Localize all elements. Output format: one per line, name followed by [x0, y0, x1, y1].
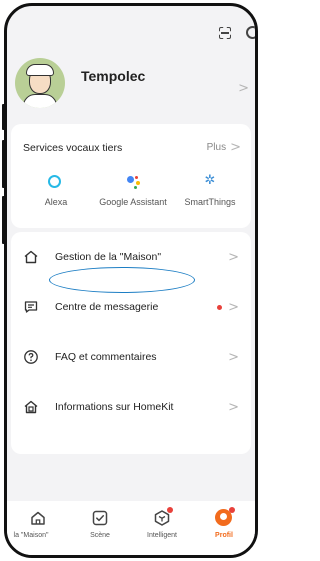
avatar-body: [23, 94, 57, 108]
home-icon: [23, 249, 39, 265]
voice-services-title: Services vocaux tiers: [23, 141, 123, 154]
username: Tempolec: [81, 68, 146, 84]
tab-intelligent[interactable]: Intelligent: [131, 507, 193, 539]
phone-screen: Tempolec > Services vocaux tiers Plus > …: [4, 3, 258, 558]
assistant-smartthings[interactable]: ✲ SmartThings: [175, 173, 245, 208]
menu-item-label: Gestion de la "Maison": [55, 251, 162, 263]
assistant-alexa[interactable]: Alexa: [21, 173, 91, 208]
google-assistant-icon: [125, 173, 141, 189]
menu-item-faq[interactable]: FAQ et commentaires >: [11, 332, 251, 382]
chevron-right-icon: >: [230, 140, 241, 155]
voice-services-card: Services vocaux tiers Plus > Alexa Googl…: [11, 124, 251, 228]
chevron-right-icon: >: [228, 399, 239, 415]
avatar-cap: [26, 64, 54, 76]
profile-icon: [215, 507, 235, 527]
avatar[interactable]: [15, 58, 65, 108]
chevron-right-icon: >: [228, 249, 239, 265]
menu-item-message-center[interactable]: Centre de messagerie >: [11, 282, 251, 332]
tab-scene[interactable]: Scène: [69, 509, 131, 539]
voice-services-more-link[interactable]: Plus >: [207, 140, 241, 155]
menu-item-label: FAQ et commentaires: [55, 351, 157, 363]
assistant-label: Google Assistant: [99, 197, 167, 207]
chevron-right-icon: >: [228, 299, 239, 315]
assistant-google[interactable]: Google Assistant: [98, 173, 168, 208]
question-icon: [23, 349, 39, 365]
voice-assistant-list: Alexa Google Assistant ✲ SmartThings: [11, 155, 251, 208]
notification-dot: [217, 304, 223, 310]
tab-home[interactable]: la "Maison": [7, 509, 69, 539]
profile-header[interactable]: Tempolec >: [15, 54, 249, 112]
menu-item-label: Centre de messagerie: [55, 301, 159, 313]
chevron-right-icon: >: [238, 80, 249, 96]
menu-item-label: Informations sur HomeKit: [55, 401, 174, 413]
notification-dot: [229, 507, 235, 513]
gear-icon[interactable]: [246, 26, 255, 39]
assistant-label: Alexa: [44, 197, 68, 207]
menu-card: Gestion de la "Maison" > Centre de messa…: [11, 232, 251, 454]
menu-item-home-management[interactable]: Gestion de la "Maison" >: [11, 232, 251, 293]
chevron-right-icon: >: [228, 349, 239, 365]
tab-label: la "Maison": [13, 532, 49, 539]
bottom-tab-bar: la "Maison" Scène Intelligent Profil: [7, 501, 255, 555]
notification-dot: [167, 507, 173, 513]
top-toolbar: [218, 26, 255, 40]
home-icon: [29, 509, 47, 527]
scan-icon[interactable]: [218, 26, 232, 40]
alexa-icon: [48, 173, 64, 189]
tab-label: Scène: [90, 532, 110, 539]
smartthings-icon: ✲: [204, 173, 216, 188]
message-icon: [23, 299, 39, 315]
tab-label: Intelligent: [147, 532, 177, 539]
intelligent-icon: [153, 507, 173, 527]
menu-item-homekit-info[interactable]: Informations sur HomeKit >: [11, 382, 251, 432]
voice-services-header: Services vocaux tiers Plus >: [11, 124, 251, 155]
homekit-icon: [23, 399, 39, 415]
assistant-label: SmartThings: [184, 197, 236, 207]
tab-label: Profil: [215, 532, 233, 539]
tab-profile[interactable]: Profil: [193, 507, 255, 539]
scene-icon: [91, 509, 109, 527]
voice-services-more-label: Plus: [206, 142, 227, 153]
